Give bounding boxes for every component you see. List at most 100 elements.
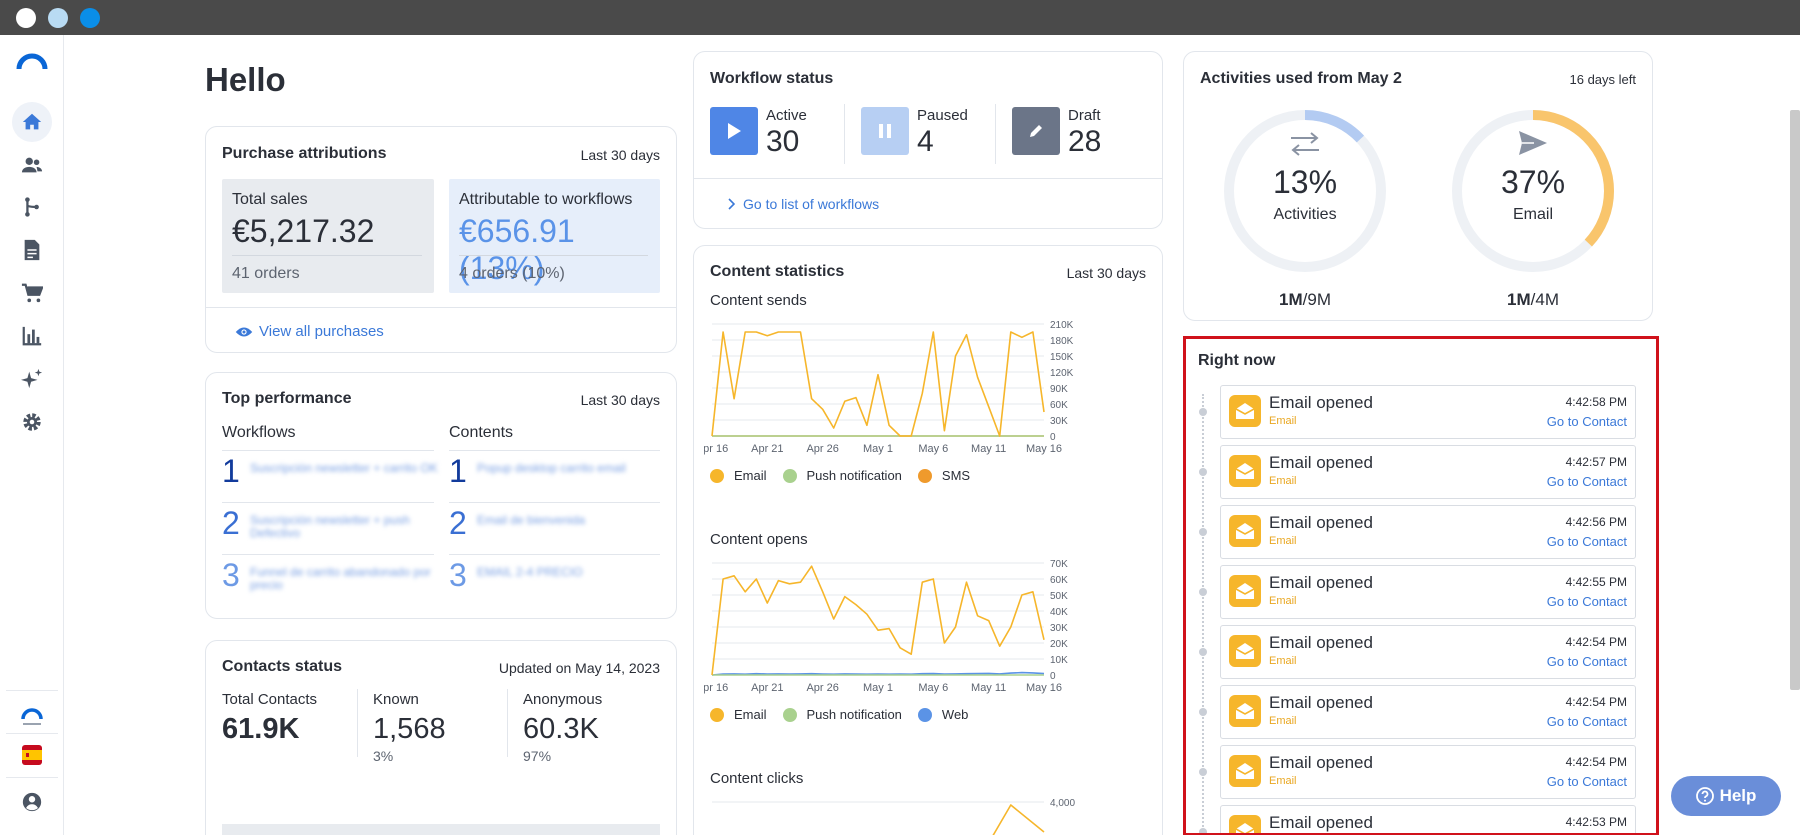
user-avatar-icon[interactable] (21, 791, 43, 813)
top-workflow-row[interactable]: 2 Suscripción newsletter + push Defectiv… (222, 502, 434, 554)
timeline-node (1199, 408, 1207, 416)
legend-item-web[interactable]: Web (917, 707, 968, 722)
known-value: 1,568 (373, 713, 446, 745)
go-to-contact-link[interactable]: Go to Contact (1547, 774, 1627, 789)
workflow-paused-stat[interactable]: Paused 4 (861, 107, 991, 158)
legend-swatch (917, 468, 932, 483)
legend-item-sms[interactable]: SMS (917, 468, 970, 483)
top-content-row[interactable]: 1 Popup desktop carrito email (449, 450, 660, 502)
go-to-contact-link[interactable]: Go to Contact (1547, 414, 1627, 429)
go-to-contact-link[interactable]: Go to Contact (1547, 714, 1627, 729)
go-to-contact-link[interactable]: Go to Contact (1547, 474, 1627, 489)
content-name[interactable]: Email de bienvenida (477, 514, 667, 527)
total-orders: 41 orders (232, 265, 300, 282)
page-title: Hello (205, 61, 286, 98)
sidebar-item-settings[interactable] (12, 402, 52, 442)
top-content-row[interactable]: 3 EMAIL 2-4 PRECIO (449, 554, 660, 606)
content-sends-label: Content sends (710, 292, 807, 309)
activity-event: Email opened (1269, 693, 1373, 712)
go-to-contact-link[interactable]: Go to Contact (1547, 594, 1627, 609)
x-tick-label: Apr 21 (751, 682, 783, 694)
go-to-workflows-label: Go to list of workflows (743, 196, 880, 212)
workflow-active-stat[interactable]: Active 30 (710, 107, 840, 158)
contacts-status-card: Contacts status Updated on May 14, 2023 … (205, 640, 677, 835)
workflow-draft-stat[interactable]: Draft 28 (1012, 107, 1142, 158)
activity-type: Email (1269, 475, 1297, 487)
go-to-contact-link[interactable]: Go to Contact (1547, 534, 1627, 549)
sidebar-item-content[interactable] (12, 230, 52, 270)
brand-logo-icon[interactable] (16, 51, 48, 75)
activity-item[interactable]: Email opened Email 4:42:54 PM Go to Contact (1220, 685, 1636, 739)
sidebar-item-home[interactable] (12, 102, 52, 142)
x-tick-label: May 16 (1026, 443, 1062, 455)
legend-item-push-notification[interactable]: Push notification (782, 468, 902, 483)
known-percentage: 3% (373, 748, 394, 764)
total-contacts-value: 61.9K (222, 713, 300, 745)
workflow-name[interactable]: Suscripción newsletter + carrito OK (250, 462, 440, 475)
legend-item-email[interactable]: Email (710, 468, 767, 483)
sidebar-item-reports[interactable] (12, 316, 52, 356)
send-plane-icon (1519, 131, 1547, 155)
email-gauge[interactable]: 37% Email (1448, 106, 1618, 276)
activity-item[interactable]: Email opened Email 4:42:56 PM Go to Contact (1220, 505, 1636, 559)
sidebar-item-ai[interactable] (12, 359, 52, 399)
attributable-orders: 4 orders (10%) (459, 265, 565, 282)
activity-item[interactable]: Email opened Email 4:42:54 PM Go to Contact (1220, 625, 1636, 679)
activities-gauge-label: Activities (1273, 206, 1337, 223)
activities-days-left: 16 days left (1569, 72, 1637, 87)
content-clicks-label: Content clicks (710, 770, 804, 787)
legend-item-push-notification[interactable]: Push notification (782, 707, 902, 722)
y-tick-label: 20K (1050, 639, 1068, 650)
top-workflow-row[interactable]: 1 Suscripción newsletter + carrito OK (222, 450, 438, 502)
arrows-exchange-icon (1291, 132, 1319, 156)
top-performance-period: Last 30 days (580, 392, 660, 408)
activity-item[interactable]: Email opened Email 4:42:57 PM Go to Contact (1220, 445, 1636, 499)
window-maximize-button[interactable] (80, 8, 100, 28)
activities-gauge[interactable]: 13% Activities (1220, 106, 1390, 276)
content-sends-chart[interactable]: 0 30K 60K 90K 120K 150K 180K 210K Apr 16 Apr 21 Ap… (704, 316, 1159, 456)
sidebar-item-contacts[interactable] (12, 145, 52, 185)
reports-icon (22, 326, 42, 346)
activity-item[interactable]: Email opened Email 4:42:55 PM Go to Contact (1220, 565, 1636, 619)
view-all-purchases-link[interactable]: View all purchases (235, 323, 384, 340)
content-name[interactable]: EMAIL 2-4 PRECIO (477, 566, 667, 579)
spain-flag-icon[interactable] (22, 745, 42, 765)
y-tick-label: 90K (1050, 384, 1068, 395)
activity-item[interactable]: Email opened Email 4:42:58 PM Go to Contact (1220, 385, 1636, 439)
activities-total: /9M (1302, 290, 1331, 309)
content-opens-chart[interactable]: 0 10K 20K 30K 40K 50K 60K 70K Apr 16 Apr 21 Apr 26… (704, 555, 1159, 695)
go-to-workflows-link[interactable]: Go to list of workflows (727, 196, 879, 212)
content-name[interactable]: Popup desktop carrito email (477, 462, 667, 475)
activity-event: Email opened (1269, 393, 1373, 412)
rank-number: 2 (449, 505, 467, 541)
window-close-button[interactable] (16, 8, 36, 28)
email-total: /4M (1530, 290, 1559, 309)
workflow-name[interactable]: Suscripción newsletter + push Defectivo (250, 514, 440, 540)
workflows-column-label: Workflows (222, 424, 296, 441)
content-clicks-chart[interactable]: 4,000 (704, 794, 1159, 835)
activity-item[interactable]: Email openedEmail4:42:53 PMGo to Contact (1220, 805, 1636, 833)
page-scrollbar[interactable] (1790, 110, 1800, 690)
help-button[interactable]: Help (1671, 776, 1781, 816)
activity-event: Email opened (1269, 513, 1373, 532)
x-tick-label: Apr 26 (806, 443, 838, 455)
sidebar-divider (6, 733, 58, 734)
sidebar-item-workflows[interactable] (12, 187, 52, 227)
eye-icon (235, 327, 253, 336)
known-label: Known (373, 691, 419, 708)
top-workflow-row[interactable]: 3 Funnel de carrito abandonado por preci… (222, 554, 434, 606)
go-to-contact-link[interactable]: Go to Contact (1547, 654, 1627, 669)
brand-logo-small-icon[interactable] (20, 705, 44, 727)
sidebar-item-ecommerce[interactable] (12, 273, 52, 313)
activity-item[interactable]: Email opened Email 4:42:54 PM Go to Contact (1220, 745, 1636, 799)
legend-item-email[interactable]: Email (710, 707, 767, 722)
paused-label: Paused (917, 107, 968, 124)
contacts-title: Contacts status (222, 658, 343, 675)
y-tick-label: 4,000 (1050, 798, 1075, 809)
window-minimize-button[interactable] (48, 8, 68, 28)
workflow-name[interactable]: Funnel de carrito abandonado por precio (250, 566, 440, 592)
top-content-row[interactable]: 2 Email de bienvenida (449, 502, 660, 554)
y-tick-label: 180K (1050, 336, 1074, 347)
content-icon (24, 239, 40, 261)
home-icon (22, 113, 42, 130)
